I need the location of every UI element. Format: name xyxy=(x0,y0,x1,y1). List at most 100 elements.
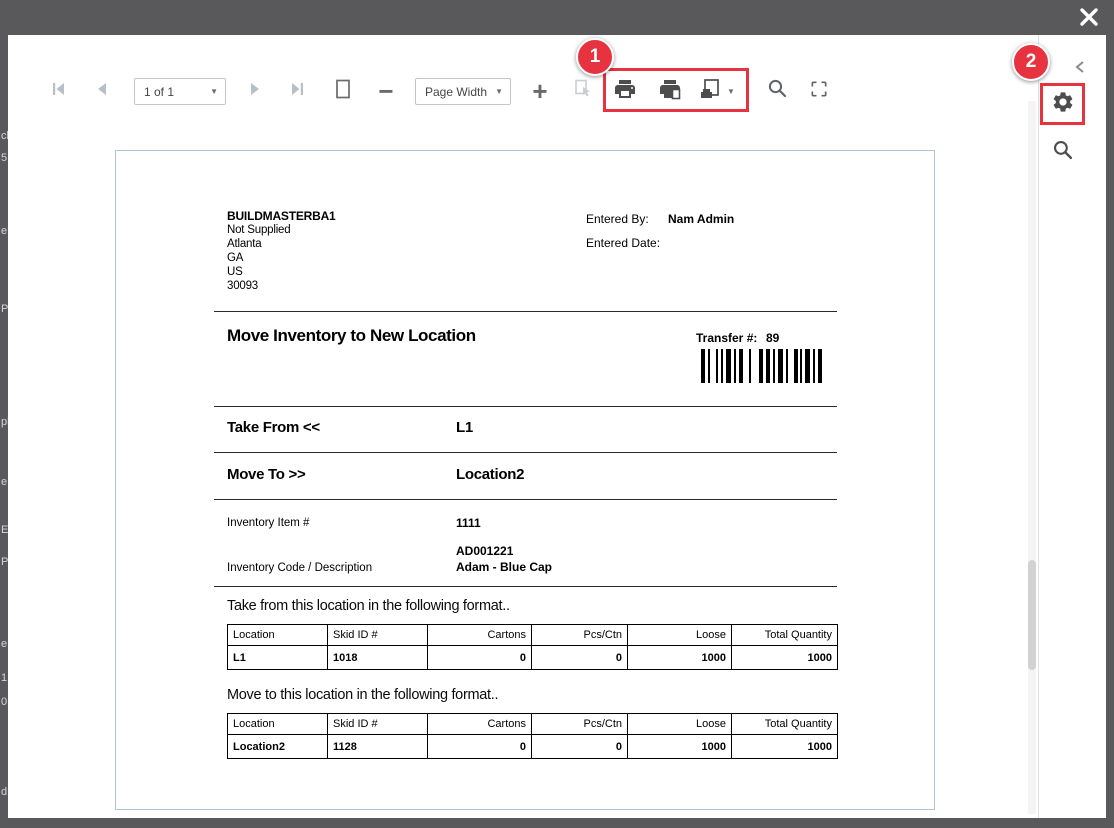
divider xyxy=(214,499,837,500)
take-from-label: Take From << xyxy=(227,419,320,436)
table-cell: L1 xyxy=(228,646,328,670)
table-row: L1 1018 0 0 1000 1000 xyxy=(228,646,838,670)
background-text-fragment: P xyxy=(1,556,8,568)
highlight-fields-icon xyxy=(573,78,594,104)
table-cell: Location2 xyxy=(228,735,328,759)
barcode-bar xyxy=(818,349,822,383)
scrollbar-thumb[interactable] xyxy=(1028,560,1036,670)
divider xyxy=(214,452,837,453)
collapse-panel-button[interactable] xyxy=(1072,61,1088,77)
report-title: Move Inventory to New Location xyxy=(227,326,476,346)
table-header-cell: Cartons xyxy=(428,714,532,735)
close-icon xyxy=(1078,6,1100,33)
inventory-description-value: Adam - Blue Cap xyxy=(456,560,552,574)
inventory-code-label: Inventory Code / Description xyxy=(227,562,372,574)
zoom-selector-value: Page Width xyxy=(425,85,487,99)
inventory-item-value: 1111 xyxy=(456,516,481,530)
next-page-button[interactable] xyxy=(239,75,271,107)
address-line: 30093 xyxy=(227,279,336,293)
background-text-fragment: e xyxy=(1,638,7,650)
step-badge-2: 2 xyxy=(1012,43,1050,81)
table-header-cell: Location xyxy=(228,625,328,646)
barcode-bar xyxy=(726,349,731,383)
collapse-chevron-icon xyxy=(1074,60,1086,79)
company-name: BUILDMASTERBA1 xyxy=(227,209,336,223)
background-text-fragment: 0 xyxy=(1,696,7,708)
barcode-bar xyxy=(739,349,743,383)
barcode-bar xyxy=(759,349,763,383)
table-cell: 0 xyxy=(428,646,532,670)
barcode-bar xyxy=(734,349,736,383)
barcode xyxy=(701,349,822,383)
background-text-fragment: P xyxy=(1,303,8,315)
barcode-bar xyxy=(701,349,705,383)
table-header-cell: Pcs/Ctn xyxy=(532,625,628,646)
table-cell: 1128 xyxy=(328,735,428,759)
background-text-fragment: 5 xyxy=(1,152,7,164)
divider xyxy=(214,586,837,587)
address-line: Atlanta xyxy=(227,237,336,251)
full-screen-button[interactable] xyxy=(803,75,835,107)
screen: { "colors": { "accent_red": "#e6333f", "… xyxy=(0,0,1114,828)
table-row: Location2 1128 0 0 1000 1000 xyxy=(228,735,838,759)
table-cell: 1000 xyxy=(732,646,838,670)
page-selector[interactable]: 1 of 1 ▼ xyxy=(134,78,226,105)
left-edge-fragments: ck5ePpleEPe10d xyxy=(0,0,8,828)
first-page-button[interactable] xyxy=(42,75,74,107)
take-from-value: L1 xyxy=(456,419,473,436)
entered-by-value: Nam Admin xyxy=(668,212,734,226)
report-page: BUILDMASTERBA1 Not Supplied Atlanta GA U… xyxy=(115,150,935,810)
zoom-in-button[interactable]: + xyxy=(524,75,556,107)
background-text-fragment: e xyxy=(1,476,7,488)
last-page-button[interactable] xyxy=(282,75,314,107)
zoom-selector[interactable]: Page Width ▼ xyxy=(415,78,511,105)
viewer-sidebar xyxy=(1038,35,1106,818)
zoom-out-icon: − xyxy=(378,78,393,104)
barcode-bar xyxy=(786,349,788,383)
page-selector-value: 1 of 1 xyxy=(144,85,174,99)
sidebar-search-button[interactable] xyxy=(1052,141,1074,163)
chevron-down-icon: ▼ xyxy=(210,87,218,96)
background-text-fragment: e xyxy=(1,225,7,237)
barcode-bar xyxy=(721,349,723,383)
single-page-view-button[interactable] xyxy=(327,75,359,107)
table-header-cell: Cartons xyxy=(428,625,532,646)
zoom-out-button[interactable]: − xyxy=(370,75,402,107)
barcode-bar xyxy=(766,349,770,383)
search-icon xyxy=(767,78,788,104)
first-page-icon xyxy=(49,80,67,103)
search-button[interactable] xyxy=(761,75,793,107)
highlight-box-settings xyxy=(1040,83,1085,125)
barcode-bar xyxy=(773,349,775,383)
table-cell: 1000 xyxy=(732,735,838,759)
barcode-bar xyxy=(708,349,710,383)
inventory-item-label: Inventory Item # xyxy=(227,517,309,529)
table-cell: 0 xyxy=(428,735,532,759)
highlight-editing-fields-button[interactable] xyxy=(567,75,599,107)
table-cell: 0 xyxy=(532,646,628,670)
scrollbar-track[interactable] xyxy=(1028,101,1036,814)
background-text-fragment: ck xyxy=(1,130,8,142)
barcode-bar xyxy=(805,349,810,383)
address-line: Not Supplied xyxy=(227,223,336,237)
full-screen-icon xyxy=(809,79,829,104)
table-header-cell: Skid ID # xyxy=(328,625,428,646)
table-cell: 0 xyxy=(532,735,628,759)
barcode-bar xyxy=(813,349,815,383)
table-header-cell: Loose xyxy=(628,625,732,646)
step-number: 1 xyxy=(590,46,601,68)
divider xyxy=(214,311,837,312)
single-page-icon xyxy=(333,78,353,105)
barcode-bar xyxy=(794,349,798,383)
table-cell: 1018 xyxy=(328,646,428,670)
background-text-fragment: d xyxy=(1,786,7,798)
address-line: US xyxy=(227,265,336,279)
transfer-number-label: Transfer #: xyxy=(696,331,757,345)
move-to-value: Location2 xyxy=(456,466,524,483)
entered-by-label: Entered By: xyxy=(586,212,649,226)
background-text-fragment: 1 xyxy=(1,672,7,684)
close-button[interactable] xyxy=(1076,6,1102,32)
background-text-fragment: E xyxy=(1,524,8,536)
previous-page-button[interactable] xyxy=(86,75,118,107)
barcode-bar xyxy=(716,349,718,383)
